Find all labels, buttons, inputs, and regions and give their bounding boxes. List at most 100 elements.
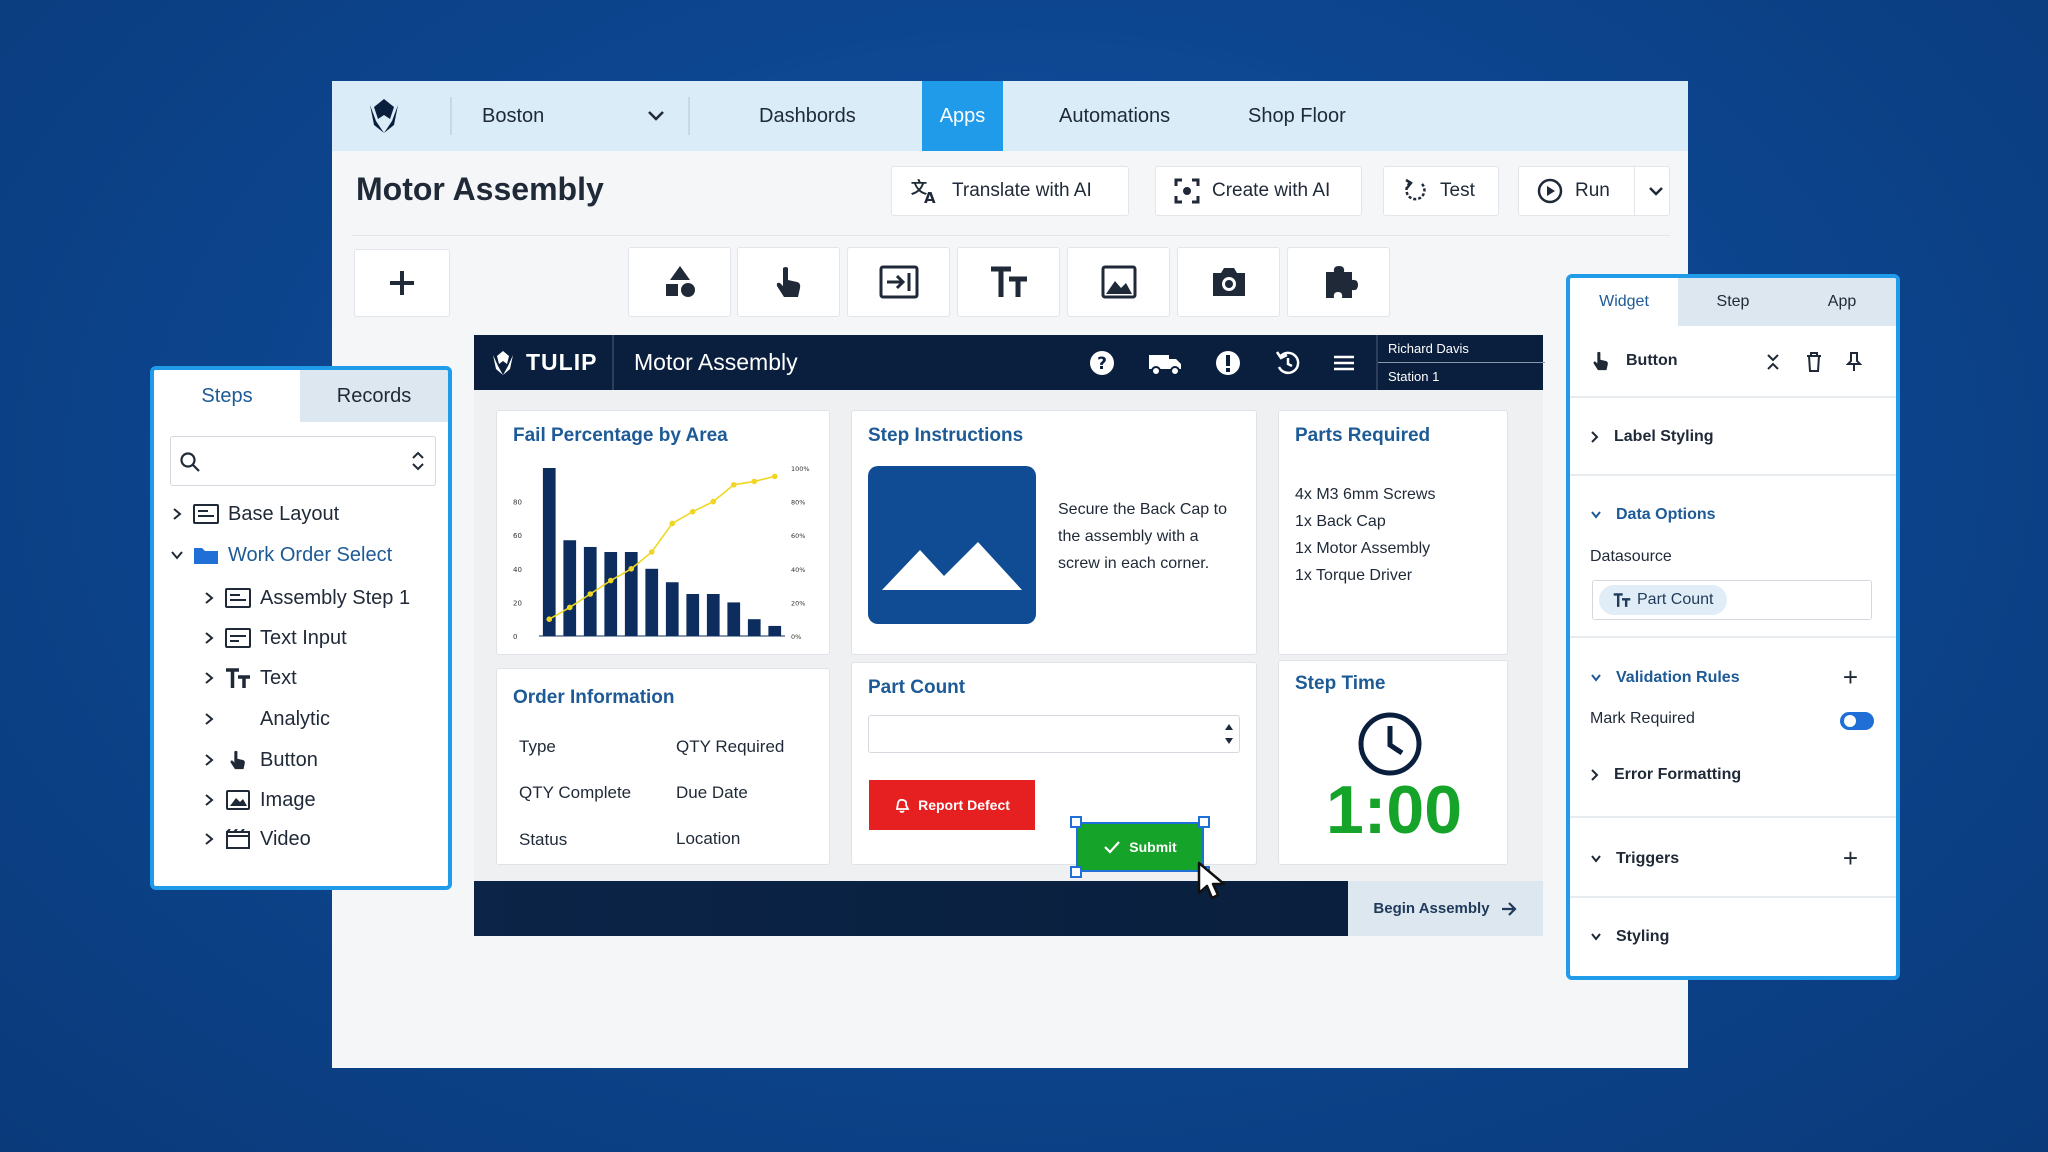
tab-records[interactable]: Records: [300, 370, 448, 422]
tab-step[interactable]: Step: [1678, 278, 1788, 326]
chevron-right-icon[interactable]: [203, 753, 215, 767]
resize-handle[interactable]: [1070, 866, 1082, 878]
camera-tool[interactable]: [1177, 247, 1280, 317]
text-icon: [226, 668, 250, 688]
tree-label: Image: [260, 788, 316, 811]
line-point: [566, 604, 573, 611]
reset-icon[interactable]: [1274, 349, 1302, 377]
part-count-input[interactable]: [868, 715, 1240, 753]
translate-ai-button[interactable]: 文 A Translate with AI: [891, 166, 1129, 216]
section-triggers[interactable]: Triggers: [1590, 850, 1679, 868]
step-video[interactable]: Video: [198, 824, 311, 854]
chevron-down-icon: [1591, 674, 1601, 682]
submit-button[interactable]: Submit: [1076, 822, 1204, 872]
image-tool[interactable]: [1067, 247, 1170, 317]
add-validation-icon[interactable]: +: [1843, 662, 1858, 693]
datasource-field[interactable]: Part Count: [1592, 580, 1872, 620]
section-title: Styling: [1616, 928, 1670, 945]
chevron-right-icon[interactable]: [203, 712, 215, 726]
step-assembly-step-1[interactable]: Assembly Step 1: [198, 583, 410, 613]
line-point: [648, 549, 655, 555]
chevron-right-icon[interactable]: [203, 591, 215, 605]
sort-icon[interactable]: [411, 449, 425, 473]
collapse-icon[interactable]: [1766, 352, 1780, 372]
truck-icon[interactable]: [1148, 349, 1182, 377]
instructions-title: Step Instructions: [868, 425, 1024, 446]
step-text-input[interactable]: Text Input: [198, 623, 347, 653]
add-trigger-icon[interactable]: +: [1843, 843, 1858, 874]
stepper-icon[interactable]: [1223, 720, 1235, 748]
input-tool[interactable]: [847, 247, 950, 317]
clock-icon: [1358, 712, 1422, 776]
divider: [1570, 474, 1896, 476]
tulip-brand: TULIP: [488, 335, 597, 390]
translate-label: Translate with AI: [952, 180, 1092, 201]
alert-icon[interactable]: [1214, 349, 1242, 377]
report-defect-button[interactable]: Report Defect: [869, 780, 1035, 830]
camera-icon: [1212, 268, 1245, 296]
chevron-right-icon[interactable]: [203, 671, 215, 685]
tab-app[interactable]: App: [1788, 278, 1896, 326]
image-icon: [226, 790, 250, 810]
parts-title: Parts Required: [1295, 425, 1431, 446]
chart-icon: [225, 709, 251, 729]
chevron-right-icon[interactable]: [203, 631, 215, 645]
nav-apps[interactable]: Apps: [922, 81, 1003, 151]
station-name: Station 1: [1388, 369, 1440, 384]
chevron-right-icon[interactable]: [203, 832, 215, 846]
tab-steps[interactable]: Steps: [154, 370, 300, 422]
step-button[interactable]: Button: [198, 745, 318, 775]
header-divider: [612, 335, 614, 390]
steps-search-input[interactable]: [170, 436, 436, 486]
step-analytic[interactable]: Analytic: [198, 704, 330, 734]
text-tool[interactable]: [957, 247, 1060, 317]
top-navigation: Boston Dashbords Apps Automations Shop F…: [332, 81, 1688, 151]
section-label-styling[interactable]: Label Styling: [1590, 428, 1714, 446]
step-work-order-select[interactable]: Work Order Select: [166, 540, 392, 570]
line-point: [689, 508, 696, 515]
chevron-right-icon[interactable]: [171, 507, 183, 521]
custom-widget-tool[interactable]: [1287, 247, 1390, 317]
run-button[interactable]: Run: [1518, 166, 1670, 216]
text-icon: [990, 266, 1027, 297]
add-button[interactable]: [354, 249, 450, 317]
menu-icon[interactable]: [1330, 349, 1358, 377]
layout-icon: [225, 588, 251, 608]
shapes-tool[interactable]: [628, 247, 731, 317]
test-button[interactable]: Test: [1383, 166, 1499, 216]
section-error-formatting[interactable]: Error Formatting: [1590, 766, 1741, 784]
tree-label: Text Input: [260, 626, 347, 649]
pin-icon[interactable]: [1846, 352, 1862, 372]
nav-shop-floor[interactable]: Shop Floor: [1248, 81, 1346, 151]
resize-handle[interactable]: [1070, 816, 1082, 828]
step-image[interactable]: Image: [198, 785, 316, 815]
puzzle-icon: [1325, 266, 1358, 298]
tulip-logo-icon[interactable]: [356, 95, 412, 137]
tree-label: Work Order Select: [228, 543, 393, 566]
bar: [686, 594, 700, 636]
nav-automations[interactable]: Automations: [1059, 81, 1170, 151]
chevron-down-icon[interactable]: [170, 549, 184, 561]
chevron-right-icon[interactable]: [203, 793, 215, 807]
datasource-chip[interactable]: Part Count: [1599, 585, 1728, 615]
nav-dashboards[interactable]: Dashbords: [759, 81, 856, 151]
location-selector[interactable]: Boston: [482, 81, 544, 151]
section-data-options[interactable]: Data Options: [1590, 506, 1716, 524]
create-ai-button[interactable]: Create with AI: [1155, 166, 1362, 216]
chevron-down-icon[interactable]: [1647, 184, 1665, 198]
trash-icon[interactable]: [1806, 352, 1822, 372]
tab-widget[interactable]: Widget: [1570, 278, 1678, 326]
step-text[interactable]: Text: [198, 663, 297, 693]
chevron-down-icon[interactable]: [646, 108, 666, 124]
svg-text:?: ?: [1097, 354, 1107, 374]
button-tool[interactable]: [737, 247, 840, 317]
y-tick-label: 20: [513, 599, 522, 607]
resize-handle[interactable]: [1198, 816, 1210, 828]
section-styling[interactable]: Styling: [1590, 928, 1669, 946]
input-icon: [225, 628, 251, 648]
begin-assembly-button[interactable]: Begin Assembly: [1348, 881, 1543, 936]
section-validation-rules[interactable]: Validation Rules: [1590, 669, 1884, 687]
help-icon[interactable]: ?: [1088, 349, 1116, 377]
mark-required-toggle[interactable]: [1840, 712, 1874, 730]
step-base-layout[interactable]: Base Layout: [166, 499, 339, 529]
